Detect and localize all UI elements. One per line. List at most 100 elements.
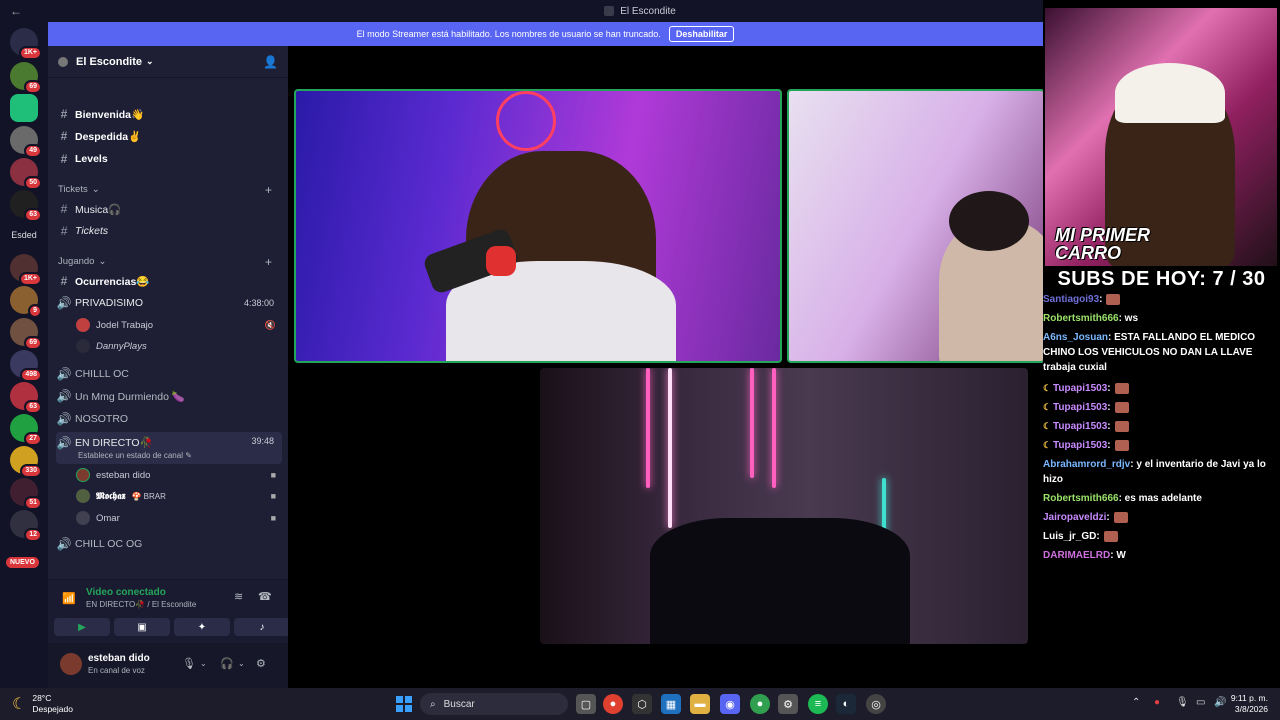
chevron-down-icon[interactable]: ⌄ <box>200 659 207 668</box>
server-icon[interactable]: 50 <box>10 158 42 190</box>
voice-user[interactable]: esteban dido ■ <box>76 466 276 484</box>
video-tile[interactable] <box>787 89 1045 363</box>
user-tag: 🍄 BRAR <box>131 491 166 501</box>
clock[interactable]: 9:11 p. m. 3/8/2026 <box>1231 693 1268 715</box>
add-channel-icon[interactable]: + <box>265 183 272 197</box>
channel-musica[interactable]: # Musica🎧 <box>56 199 282 219</box>
task-view-icon[interactable]: ▢ <box>576 694 596 714</box>
voice-channel-mmg[interactable]: 🔊 Un Mmg Durmiendo 🍆 <box>56 386 282 406</box>
voice-channel-privadisimo[interactable]: 🔊 PRIVADISIMO 4:38:00 <box>56 293 282 313</box>
gear-icon[interactable]: ⚙ <box>256 657 266 670</box>
back-arrow-icon[interactable]: ← <box>10 4 22 18</box>
chat-username: Tupapi1503 <box>1053 421 1108 432</box>
channel-levels[interactable]: # Levels <box>56 149 282 169</box>
voice-channel-chill-og[interactable]: 🔊 CHILL OC OG <box>56 534 282 554</box>
taskbar-search[interactable]: ⌕ Buscar <box>420 693 568 715</box>
chrome-icon[interactable]: ● <box>603 694 623 714</box>
spotify-icon[interactable]: ≡ <box>808 694 828 714</box>
category-jugando[interactable]: Jugando ⌄ + <box>58 255 278 269</box>
server-icon[interactable]: 51 <box>10 478 42 510</box>
steam-icon[interactable]: ◐ <box>836 694 856 714</box>
notification-badge: 27 <box>24 432 42 446</box>
network-icon[interactable]: ▭ <box>1196 697 1205 708</box>
category-tickets[interactable]: Tickets ⌄ + <box>58 183 278 197</box>
invite-people-icon[interactable]: 👤 <box>263 55 278 69</box>
server-icon[interactable]: 12 <box>10 510 42 542</box>
channel-ocurrencias[interactable]: # Ocurrencias😂 <box>56 271 282 291</box>
channel-status[interactable]: Establece un estado de canal ✎ <box>78 451 192 460</box>
voice-user[interactable]: 𝕸𝖔𝖈𝖍𝖆𝖝 🍄 BRAR ■ <box>76 487 276 505</box>
voice-user[interactable]: DannyPlays <box>76 337 276 355</box>
discord-icon[interactable]: ◉ <box>720 694 740 714</box>
avatar[interactable] <box>60 653 82 675</box>
chat-message: DARIMAELRD: W <box>1043 548 1275 563</box>
camera-button[interactable]: ▶ <box>54 618 110 636</box>
chat-username: DARIMAELRD <box>1043 550 1111 561</box>
server-icon[interactable]: 63 <box>10 190 42 222</box>
video-tile[interactable] <box>540 368 1028 644</box>
channel-bienvenida[interactable]: # Bienvenida👋 <box>56 104 282 124</box>
search-placeholder: Buscar <box>443 698 475 710</box>
new-badge[interactable]: NUEVO <box>6 557 39 568</box>
chat-username: Tupapi1503 <box>1053 402 1108 413</box>
disable-streamer-button[interactable]: Deshabilitar <box>668 26 735 42</box>
signal-icon[interactable]: 📶 <box>62 592 76 605</box>
voice-user[interactable]: Omar ■ <box>76 509 276 527</box>
activities-button[interactable]: ✦ <box>174 618 230 636</box>
user-name[interactable]: esteban dido <box>88 653 150 664</box>
notification-badge: 63 <box>24 400 42 414</box>
voice-user[interactable]: Jodel Trabajo 🔇 <box>76 316 276 334</box>
channel-despedida[interactable]: # Despedida✌ <box>56 126 282 146</box>
notification-badge: 498 <box>20 368 42 382</box>
soundboard-button[interactable]: ♪ <box>234 618 290 636</box>
screen-share-button[interactable]: ▣ <box>114 618 170 636</box>
disconnect-icon[interactable]: ☎ <box>258 590 272 603</box>
app-icon[interactable]: ⬡ <box>632 694 652 714</box>
server-icon[interactable] <box>10 94 38 122</box>
voice-channel-nosotro[interactable]: 🔊 NOSOTRO <box>56 409 282 429</box>
weather-widget[interactable]: ☾ 28°C Despejado <box>12 693 73 715</box>
chevron-up-icon[interactable]: ⌃ <box>1132 697 1140 708</box>
browser-icon[interactable]: ● <box>750 694 770 714</box>
photos-icon[interactable]: ▦ <box>661 694 681 714</box>
voice-channel-chilll[interactable]: 🔊 CHILLL OC <box>56 364 282 384</box>
microphone-icon[interactable]: 🎙 <box>182 657 196 670</box>
server-icon[interactable]: 1K+ <box>10 254 42 286</box>
microphone-icon[interactable]: 🎙 <box>1176 697 1189 708</box>
server-icon[interactable]: 27 <box>10 414 42 446</box>
server-icon[interactable]: 63 <box>10 382 42 414</box>
hash-icon: # <box>60 274 68 288</box>
channel-status-text: Establece un estado de canal <box>78 451 183 460</box>
settings-icon[interactable]: ⚙ <box>778 694 798 714</box>
server-icon[interactable]: 498 <box>10 350 42 382</box>
start-button[interactable] <box>396 696 412 712</box>
server-icon[interactable]: 9 <box>10 286 42 318</box>
headphones-icon[interactable]: 🎧 <box>220 657 234 670</box>
channel-label: EN DIRECTO🥀 <box>75 437 153 449</box>
chevron-down-icon[interactable]: ⌄ <box>238 659 245 668</box>
server-header[interactable]: El Escondite ⌄ 👤 <box>48 46 288 78</box>
direct-messages-button[interactable]: 1K+ <box>10 28 42 60</box>
notification-badge: 330 <box>20 464 42 478</box>
tray-app-icon[interactable]: ● <box>1154 697 1160 708</box>
emote-icon <box>1114 420 1129 432</box>
app-icon[interactable]: ◎ <box>866 694 886 714</box>
server-icon[interactable]: 330 <box>10 446 42 478</box>
server-icon[interactable]: 69 <box>10 318 42 350</box>
file-explorer-icon[interactable]: ▬ <box>690 694 710 714</box>
server-icon[interactable]: 69 <box>10 62 42 94</box>
voice-channel-link[interactable]: EN DIRECTO🥀 / El Escondite <box>86 600 196 609</box>
add-channel-icon[interactable]: + <box>265 255 272 269</box>
server-icon[interactable]: 49 <box>10 126 42 158</box>
chat-text: : W <box>1110 550 1126 561</box>
app-logo-icon <box>604 6 615 16</box>
server-text-item[interactable]: Esded <box>4 230 44 240</box>
channel-tickets[interactable]: # Tickets <box>56 221 282 241</box>
chat-message: Abrahamrord_rdjv: y el inventario de Jav… <box>1043 457 1275 487</box>
noise-suppression-icon[interactable]: ≋ <box>234 590 243 603</box>
video-tile[interactable] <box>294 89 782 363</box>
notification-badge: 51 <box>24 496 42 510</box>
cam-title-line: MI PRIMER <box>1055 225 1151 245</box>
volume-icon[interactable]: 🔊 <box>1214 697 1226 708</box>
chat-text: : es mas adelante <box>1118 493 1202 504</box>
